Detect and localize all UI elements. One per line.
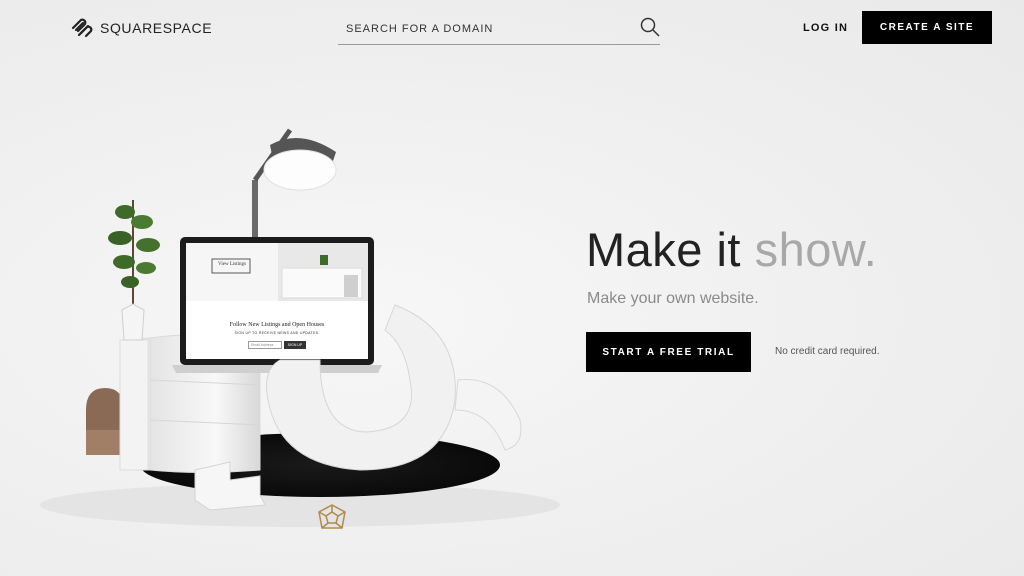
logo-text: SQUARESPACE [100,20,213,36]
domain-search [338,14,660,45]
hero-illustration [40,128,560,529]
no-credit-card-note: No credit card required. [775,346,880,357]
laptop [172,237,382,373]
headline-main: Make it [586,223,741,276]
laptop-screen-heading: Follow New Listings and Open Houses [229,322,325,328]
start-free-trial-button[interactable]: START A FREE TRIAL [586,332,751,372]
laptop-screen-subheading: SIGN UP TO RECEIVE NEWS AND UPDATES. [234,331,320,335]
headline-accent: show. [754,223,878,276]
squarespace-logo-icon [71,18,93,38]
logo[interactable]: SQUARESPACE [70,16,212,40]
create-site-button[interactable]: CREATE A SITE [862,11,992,44]
hero-subtitle: Make your own website. [587,290,759,307]
laptop-view-listings-button: View Listings [218,262,246,267]
laptop-email-field: Email Address [248,341,282,349]
search-icon[interactable] [640,17,660,37]
lamp [252,128,337,245]
laptop-email-placeholder: Email Address [251,343,274,347]
search-input[interactable] [344,18,628,40]
page-title: Make it show. [586,226,877,273]
plant [108,200,160,341]
hero-heading-wrap: Make it show. [586,226,877,273]
login-link[interactable]: LOG IN [803,22,848,34]
laptop-signup-button: SIGN UP [284,341,306,349]
curved-piece [454,379,522,451]
